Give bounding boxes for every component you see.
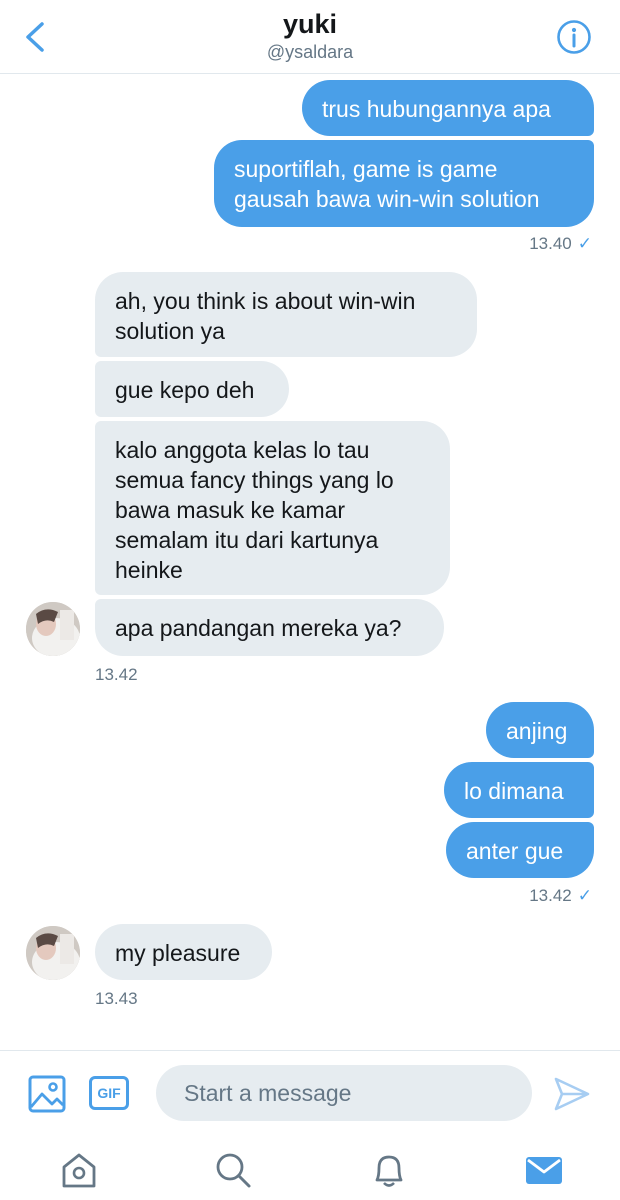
message-bubble-outgoing[interactable]: anjing bbox=[486, 702, 594, 758]
message-bubble-outgoing[interactable]: anter gue bbox=[446, 822, 594, 878]
avatar-photo bbox=[26, 602, 80, 656]
image-icon[interactable] bbox=[28, 1075, 66, 1113]
message-composer: GIF bbox=[0, 1050, 620, 1137]
timestamp-text: 13.40 bbox=[529, 234, 572, 253]
home-icon[interactable] bbox=[59, 1150, 99, 1190]
message-timestamp: 13.42 ✓ bbox=[529, 886, 592, 906]
info-icon[interactable] bbox=[556, 19, 592, 55]
message-timestamp: 13.42 bbox=[95, 665, 138, 685]
message-input[interactable] bbox=[156, 1065, 532, 1121]
message-timestamp: 13.43 bbox=[95, 989, 138, 1009]
timestamp-text: 13.43 bbox=[95, 989, 138, 1008]
tab-bar bbox=[0, 1136, 620, 1200]
read-check-icon: ✓ bbox=[577, 234, 592, 253]
message-bubble-incoming[interactable]: ah, you think is about win-win solution … bbox=[95, 272, 477, 357]
avatar[interactable] bbox=[26, 926, 80, 980]
conversation-title[interactable]: yuki @ysaldara bbox=[0, 8, 620, 64]
conversation-header: yuki @ysaldara bbox=[0, 0, 620, 74]
timestamp-text: 13.42 bbox=[529, 886, 572, 905]
read-check-icon: ✓ bbox=[577, 886, 592, 905]
bell-icon[interactable] bbox=[369, 1150, 409, 1190]
contact-handle: @ysaldara bbox=[266, 42, 354, 62]
avatar-photo bbox=[26, 926, 80, 980]
avatar[interactable] bbox=[26, 602, 80, 656]
timestamp-text: 13.42 bbox=[95, 665, 138, 684]
message-bubble-incoming[interactable]: kalo anggota kelas lo tau semua fancy th… bbox=[95, 421, 450, 595]
message-bubble-incoming[interactable]: apa pandangan mereka ya? bbox=[95, 599, 444, 656]
message-timestamp: 13.40 ✓ bbox=[529, 234, 592, 254]
message-bubble-incoming[interactable]: my pleasure bbox=[95, 924, 272, 980]
contact-name: yuki bbox=[282, 9, 338, 39]
message-bubble-outgoing[interactable]: suportiflah, game is game gausah bawa wi… bbox=[214, 140, 594, 227]
message-bubble-incoming[interactable]: gue kepo deh bbox=[95, 361, 289, 417]
search-icon[interactable] bbox=[213, 1150, 253, 1190]
gif-icon[interactable]: GIF bbox=[89, 1076, 129, 1110]
message-bubble-outgoing[interactable]: trus hubungannya apa bbox=[302, 80, 594, 136]
message-bubble-outgoing[interactable]: lo dimana bbox=[444, 762, 594, 818]
mail-icon[interactable] bbox=[524, 1150, 564, 1190]
send-icon[interactable] bbox=[553, 1075, 591, 1113]
